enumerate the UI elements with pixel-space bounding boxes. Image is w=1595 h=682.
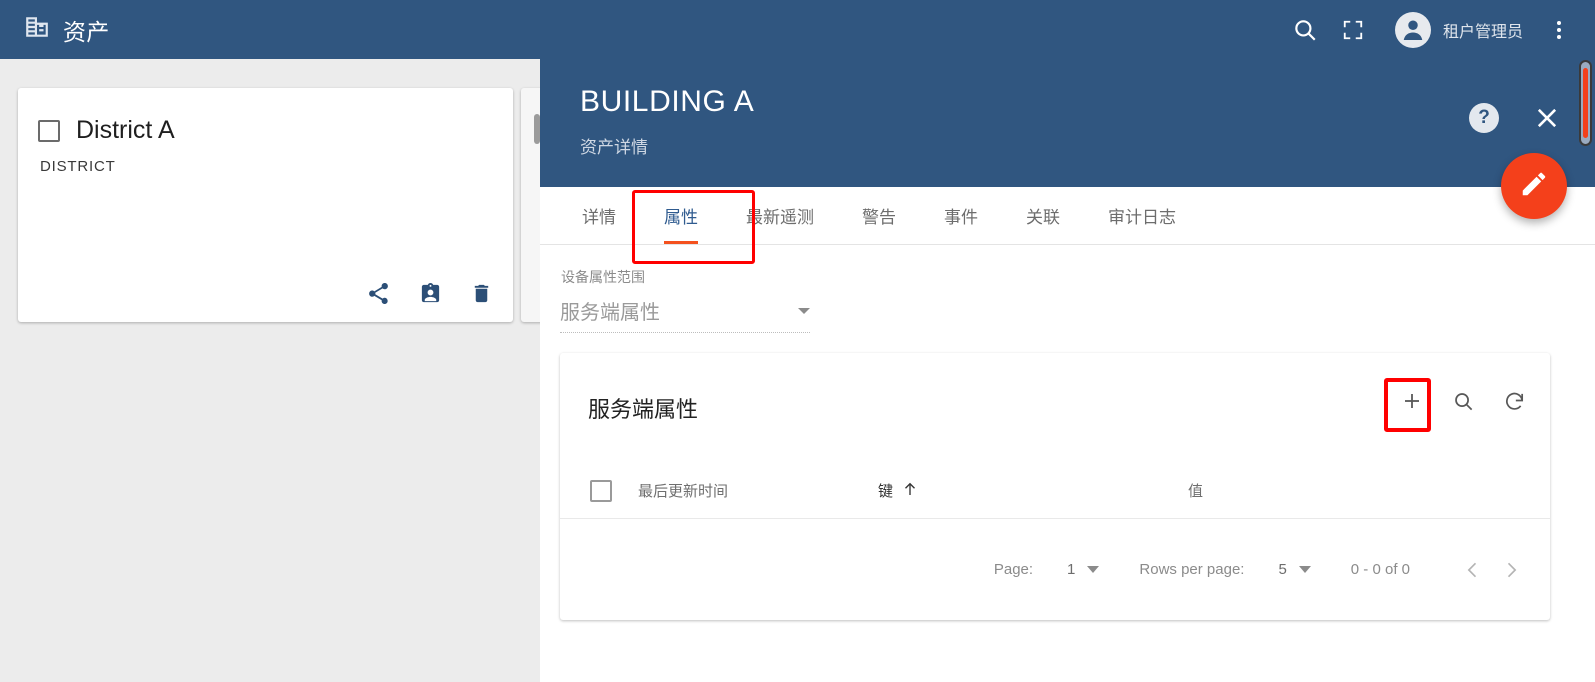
pencil-icon — [1519, 169, 1549, 204]
attributes-table-card: 服务端属性 最后更新时间 键 值 Page: 1 Rows per page: … — [560, 353, 1550, 620]
attributes-table-header: 服务端属性 — [560, 353, 1550, 463]
asset-detail-panel: BUILDING A 资产详情 ? 详情 属性 最新遥测 警告 事件 关联 审计… — [540, 59, 1595, 682]
user-menu[interactable]: 租户管理员 — [1394, 11, 1523, 48]
column-key-label: 键 — [878, 483, 894, 500]
share-icon[interactable] — [366, 281, 391, 306]
page-scrollbar[interactable] — [1579, 60, 1592, 146]
page-label: Page: — [993, 561, 1034, 578]
card-title: District A — [76, 116, 175, 144]
page-value: 1 — [1067, 561, 1076, 578]
rows-per-page-label: Rows per page: — [1139, 561, 1245, 578]
edit-fab-button[interactable] — [1501, 153, 1567, 219]
rows-per-page-value: 5 — [1278, 561, 1287, 578]
chevron-down-icon — [1298, 561, 1311, 578]
toolbar-brand: 资产 — [0, 13, 109, 47]
tab-events[interactable]: 事件 — [920, 187, 1002, 244]
attribute-scope-section: 设备属性范围 服务端属性 — [540, 245, 1595, 333]
user-name: 租户管理员 — [1442, 23, 1523, 41]
toolbar-actions: 租户管理员 — [1281, 6, 1595, 54]
chevron-down-icon — [1087, 561, 1100, 578]
detail-header: BUILDING A 资产详情 ? — [540, 59, 1595, 187]
tab-details[interactable]: 详情 — [558, 187, 640, 244]
column-key[interactable]: 键 — [878, 480, 1188, 502]
fullscreen-icon[interactable] — [1329, 6, 1377, 54]
search-icon[interactable] — [1452, 390, 1475, 413]
app-root: 资产 租户管理员 District A DISTRICT BUILDING A … — [0, 0, 1595, 682]
attributes-table-pagination: Page: 1 Rows per page: 5 0 - 0 of 0 — [560, 519, 1550, 620]
tab-relations[interactable]: 关联 — [1002, 187, 1084, 244]
page-scrollbar-thumb[interactable] — [1583, 68, 1588, 138]
top-toolbar: 资产 租户管理员 — [0, 0, 1595, 59]
add-icon[interactable] — [1400, 389, 1424, 413]
pagination-range: 0 - 0 of 0 — [1350, 561, 1410, 578]
detail-title: BUILDING A — [580, 85, 755, 118]
attributes-table-title: 服务端属性 — [588, 397, 699, 422]
chevron-down-icon — [798, 307, 810, 314]
tab-attributes[interactable]: 属性 — [640, 187, 722, 244]
assign-icon[interactable] — [419, 282, 442, 305]
rows-per-page-select[interactable]: 5 — [1278, 561, 1311, 578]
page-title: 资产 — [63, 18, 110, 45]
search-icon[interactable] — [1281, 6, 1329, 54]
asset-card-district-a[interactable]: District A DISTRICT — [18, 88, 513, 322]
attribute-scope-value: 服务端属性 — [560, 302, 660, 324]
attribute-scope-select[interactable]: 服务端属性 — [560, 296, 810, 333]
more-vert-icon[interactable] — [1535, 6, 1583, 54]
attributes-table-columns: 最后更新时间 键 值 — [560, 463, 1550, 519]
tab-audit-logs[interactable]: 审计日志 — [1084, 187, 1200, 244]
select-all-checkbox[interactable] — [590, 479, 612, 502]
page-select[interactable]: 1 — [1067, 561, 1100, 578]
building-icon — [24, 14, 50, 45]
attribute-scope-label: 设备属性范围 — [561, 269, 645, 285]
arrow-up-icon — [901, 480, 919, 502]
card-actions — [366, 281, 493, 306]
tab-latest-telemetry[interactable]: 最新遥测 — [722, 187, 838, 244]
card-checkbox[interactable] — [38, 119, 60, 142]
chevron-right-icon[interactable] — [1492, 560, 1530, 580]
column-last-update: 最后更新时间 — [638, 483, 729, 500]
card-header: District A — [18, 88, 513, 145]
tab-alarms[interactable]: 警告 — [838, 187, 920, 244]
chevron-left-icon[interactable] — [1454, 560, 1492, 580]
asset-list-pane: District A DISTRICT — [0, 59, 540, 682]
attributes-table-toolbar — [1400, 389, 1526, 413]
detail-header-actions: ? — [1469, 103, 1561, 133]
avatar — [1394, 11, 1431, 48]
delete-icon[interactable] — [470, 282, 493, 305]
column-value: 值 — [1188, 483, 1204, 500]
help-icon[interactable]: ? — [1469, 103, 1499, 133]
detail-tabs: 详情 属性 最新遥测 警告 事件 关联 审计日志 — [540, 187, 1595, 245]
close-icon[interactable] — [1533, 104, 1561, 132]
detail-subtitle: 资产详情 — [580, 138, 648, 157]
card-subtitle: DISTRICT — [40, 158, 116, 175]
refresh-icon[interactable] — [1503, 390, 1526, 413]
